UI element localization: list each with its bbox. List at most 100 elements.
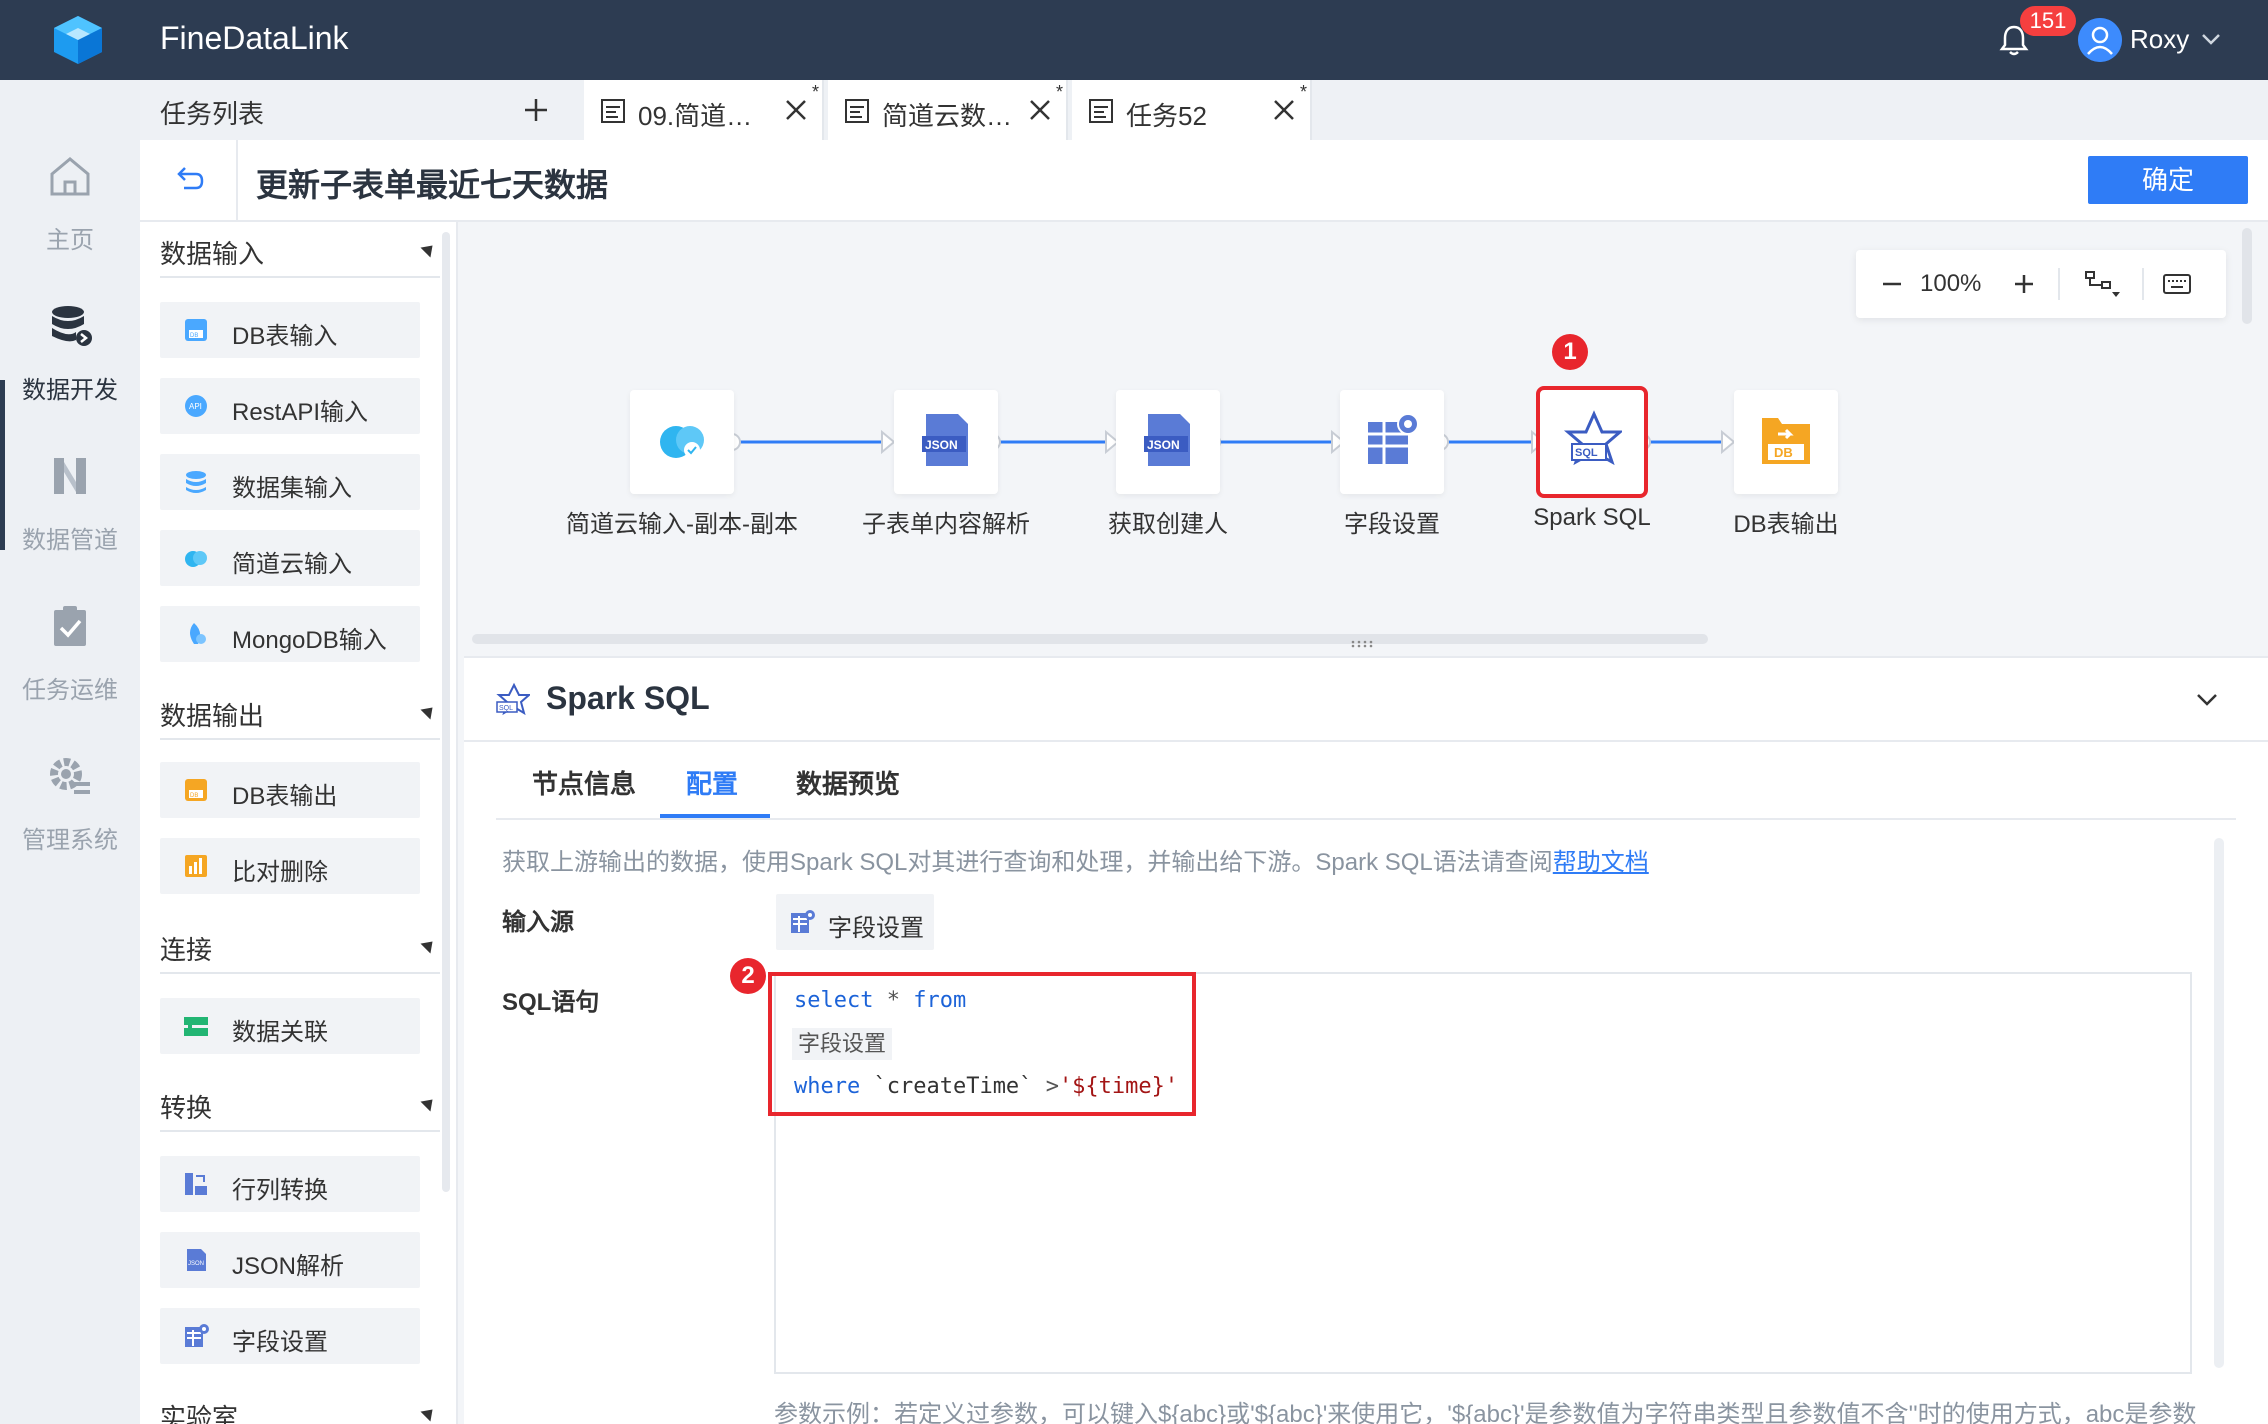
task-list-header: 任务列表 — [140, 80, 580, 140]
task-check-icon — [54, 606, 86, 646]
confirm-button[interactable]: 确定 — [2088, 156, 2248, 204]
node-palette: 数据输入 DB DB表输入 API RestAPI输入 数据集输入 简道云输入 … — [140, 222, 458, 1424]
divider — [496, 818, 2236, 820]
tab-config[interactable]: 配置 — [686, 764, 738, 801]
palette-item-mongodb-input[interactable]: MongoDB输入 — [160, 606, 420, 662]
palette-item-compare-delete[interactable]: 比对删除 — [160, 838, 420, 894]
add-task-icon[interactable] — [522, 96, 550, 124]
db-output-icon: DB — [185, 779, 207, 801]
zoom-toolbar: 100% — [1856, 250, 2226, 318]
flow-node-jiandaoyun-input[interactable] — [630, 390, 734, 494]
tab-task-1[interactable]: 09.简道云… * — [584, 80, 824, 140]
palette-item-db-input[interactable]: DB DB表输入 — [160, 302, 420, 358]
config-scrollbar[interactable] — [2214, 838, 2224, 1368]
svg-text:JSON: JSON — [1147, 438, 1180, 452]
palette-item-row-column-transform[interactable]: 行列转换 — [160, 1156, 420, 1212]
nav-item-admin[interactable]: 管理系统 — [0, 752, 140, 902]
tab-title: 任务52 — [1126, 101, 1207, 131]
json-icon: JSON — [187, 1249, 206, 1271]
nav-item-home[interactable]: 主页 — [0, 152, 140, 302]
keyboard-icon[interactable] — [2162, 270, 2192, 298]
config-description: 获取上游输出的数据，使用Spark SQL对其进行查询和处理，并输出给下游。Sp… — [502, 842, 1649, 877]
tab-node-info[interactable]: 节点信息 — [532, 764, 636, 801]
section-data-output[interactable]: 数据输出 — [160, 684, 440, 740]
flow-node-get-creator[interactable]: JSON — [1116, 390, 1220, 494]
nav-item-data-pipeline[interactable]: 数据管道 — [0, 452, 140, 602]
palette-item-label: 数据关联 — [232, 1019, 328, 1046]
svg-text:DB: DB — [190, 333, 198, 339]
close-icon[interactable] — [1272, 98, 1296, 122]
section-lab[interactable]: 实验室 — [160, 1386, 440, 1424]
flow-canvas[interactable]: 简道云输入-副本-副本 JSON 子表单内容解析 JSON 获取创建人 字段设置… — [470, 222, 2240, 652]
flow-node-field-settings[interactable] — [1340, 390, 1444, 494]
flow-node-label: 子表单内容解析 — [862, 511, 1030, 538]
panel-title: Spark SQL — [546, 680, 710, 716]
palette-item-data-join[interactable]: 数据关联 — [160, 998, 420, 1054]
nav-item-data-development[interactable]: 数据开发 — [0, 302, 140, 452]
close-icon[interactable] — [1028, 98, 1052, 122]
nav-label: 管理系统 — [22, 827, 118, 854]
palette-item-dataset-input[interactable]: 数据集输入 — [160, 454, 420, 510]
user-avatar-icon[interactable] — [2078, 18, 2122, 62]
flow-node-subform-parse[interactable]: JSON — [894, 390, 998, 494]
section-join[interactable]: 连接 — [160, 918, 440, 974]
section-title: 数据输入 — [160, 239, 265, 269]
svg-text:SQL: SQL — [499, 705, 513, 712]
sql-label: SQL语句 — [502, 989, 600, 1016]
section-title: 实验室 — [160, 1403, 239, 1424]
palette-item-field-settings[interactable]: 字段设置 — [160, 1308, 420, 1364]
username[interactable]: Roxy — [2130, 24, 2189, 55]
panel-resize-grip-icon[interactable] — [1350, 640, 1378, 648]
canvas-horizontal-scrollbar[interactable] — [472, 634, 1708, 644]
palette-item-json-parse[interactable]: JSON JSON解析 — [160, 1232, 420, 1288]
section-transform[interactable]: 转换 — [160, 1076, 440, 1132]
field-settings-icon — [1368, 413, 1419, 464]
cloud-icon — [185, 551, 207, 567]
palette-scrollbar[interactable] — [442, 232, 450, 1192]
notification-badge: 151 — [2020, 6, 2076, 36]
database-icon — [52, 306, 92, 346]
palette-item-db-output[interactable]: DB DB表输出 — [160, 762, 420, 818]
palette-item-label: RestAPI输入 — [232, 399, 369, 426]
section-title: 转换 — [160, 1093, 213, 1123]
palette-item-jiandaoyun-input[interactable]: 简道云输入 — [160, 530, 420, 586]
tab-task-2[interactable]: 简道云数… * — [828, 80, 1068, 140]
zoom-out-icon[interactable] — [1880, 272, 1904, 296]
palette-item-label: 数据集输入 — [232, 475, 352, 502]
zoom-in-icon[interactable] — [2012, 272, 2036, 296]
finedatalink-logo-icon — [54, 16, 102, 64]
field-settings-icon — [791, 910, 815, 933]
palette-item-label: MongoDB输入 — [232, 627, 387, 654]
tab-task-3[interactable]: 任务52 * — [1072, 80, 1312, 140]
nav-item-task-ops[interactable]: 任务运维 — [0, 602, 140, 752]
collapse-triangle-icon — [420, 702, 438, 720]
input-source-field[interactable]: 字段设置 — [776, 894, 934, 950]
collapse-triangle-icon — [420, 936, 438, 954]
back-arrow-icon[interactable] — [170, 162, 206, 198]
annotation-marker-2: 2 — [730, 958, 766, 994]
page-title: 更新子表单最近七天数据 — [256, 167, 609, 203]
json-icon: JSON — [1144, 414, 1190, 466]
divider — [2142, 268, 2144, 300]
spark-sql-icon: SQL — [1563, 410, 1622, 466]
task-title-bar: 更新子表单最近七天数据 确定 — [140, 140, 2268, 222]
collapse-triangle-icon — [420, 240, 438, 258]
chevron-down-icon[interactable] — [2200, 28, 2222, 50]
flow-node-label: 获取创建人 — [1108, 511, 1228, 538]
tab-data-preview[interactable]: 数据预览 — [796, 764, 900, 801]
flow-node-db-output[interactable]: DB — [1734, 390, 1838, 494]
canvas-vertical-scrollbar[interactable] — [2242, 228, 2252, 324]
section-data-input[interactable]: 数据输入 — [160, 222, 440, 278]
palette-item-label: 字段设置 — [232, 1329, 328, 1356]
auto-layout-icon[interactable] — [2084, 268, 2124, 300]
divider — [236, 140, 238, 222]
unsaved-marker: * — [812, 82, 820, 102]
palette-item-restapi-input[interactable]: API RestAPI输入 — [160, 378, 420, 434]
svg-text:JSON: JSON — [188, 1261, 204, 1267]
flow-node-spark-sql[interactable]: SQL — [1536, 386, 1648, 498]
help-doc-link[interactable]: 帮助文档 — [1553, 849, 1649, 876]
chevron-down-icon[interactable] — [2194, 686, 2220, 712]
param-hint: 参数示例：若定义过参数，可以键入${abc}或'${abc}'来使用它，'${a… — [774, 1401, 2197, 1424]
close-icon[interactable] — [784, 98, 808, 122]
unsaved-marker: * — [1056, 82, 1064, 102]
